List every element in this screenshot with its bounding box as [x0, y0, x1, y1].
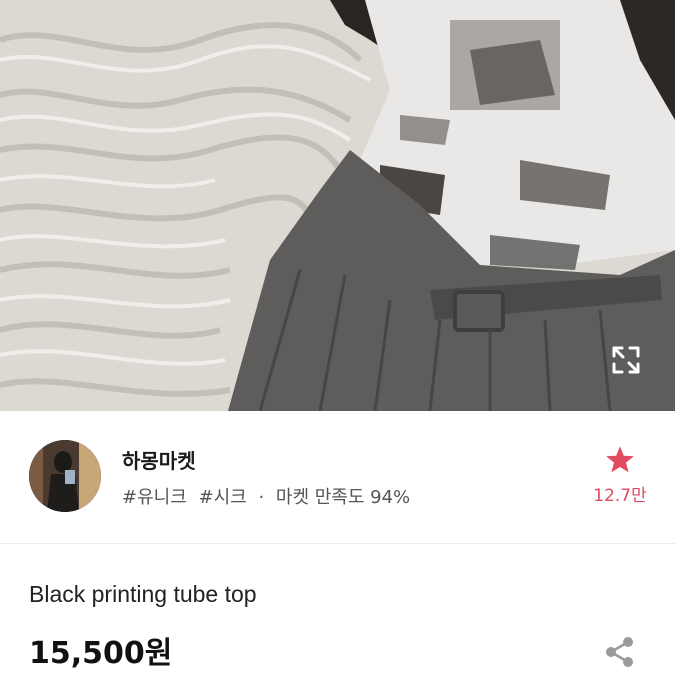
- seller-avatar[interactable]: [29, 440, 101, 512]
- divider: [0, 543, 675, 544]
- favorite-count: 12.7만: [593, 486, 647, 506]
- product-title: Black printing tube top: [29, 581, 257, 607]
- favorite-button[interactable]: 12.7만: [585, 445, 655, 515]
- seller-section: 하몽마켓 #유니크 #시크 · 마켓 만족도 94% 12.7만: [0, 411, 675, 543]
- tag-separator: ·: [258, 487, 265, 508]
- seller-name[interactable]: 하몽마켓: [122, 445, 196, 474]
- market-satisfaction: 마켓 만족도 94%: [275, 487, 411, 508]
- share-icon[interactable]: [602, 634, 638, 670]
- seller-tags: #유니크 #시크 · 마켓 만족도 94%: [122, 483, 410, 509]
- seller-tag: #유니크: [122, 487, 187, 508]
- product-photo[interactable]: [0, 0, 675, 411]
- star-icon: [606, 446, 634, 473]
- seller-tag: #시크: [198, 487, 247, 508]
- expand-icon[interactable]: [604, 338, 648, 382]
- product-price: 15,500원: [29, 636, 173, 671]
